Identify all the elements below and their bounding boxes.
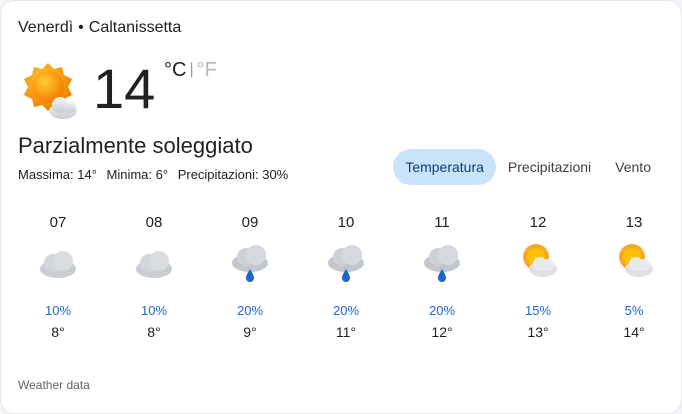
hour-time: 07 — [49, 214, 67, 231]
unit-switch: °C | °F — [164, 59, 217, 82]
hour-item[interactable]: 07 10% 8° — [28, 213, 88, 340]
unit-divider: | — [189, 61, 194, 78]
location-label[interactable]: Caltanissetta — [89, 19, 182, 36]
partly-sunny-icon — [523, 244, 557, 277]
cloudy-icon — [40, 251, 76, 278]
hour-item[interactable]: 11 20% 12° — [412, 213, 472, 340]
hour-time: 13 — [625, 214, 643, 231]
rain-icon — [232, 245, 268, 282]
weather-data-link[interactable]: Weather data — [18, 378, 90, 392]
tab-precipitazioni[interactable]: Precipitazioni — [496, 149, 603, 185]
rain-icon — [328, 245, 364, 282]
hour-temp: 8° — [51, 324, 65, 340]
hour-precip: 10% — [44, 303, 72, 318]
hour-temp: 12° — [431, 324, 453, 340]
hour-time: 11 — [434, 214, 450, 231]
daily-stats: Massima: 14° Minima: 6° Precipitazioni: … — [18, 167, 294, 182]
hour-item[interactable]: 12 15% 13° — [508, 213, 568, 340]
hour-item[interactable]: 09 20% 9° — [220, 213, 280, 340]
hour-item[interactable]: 10 20% 11° — [316, 213, 376, 340]
hour-time: 12 — [529, 214, 547, 231]
min-temp: Minima: 6° — [106, 167, 169, 182]
cloudy-icon — [136, 251, 172, 278]
hour-item[interactable]: 08 10% 8° — [124, 213, 184, 340]
hour-item[interactable]: 13 5% 14° — [604, 213, 664, 340]
precip-chance: Precipitazioni: 30% — [177, 167, 289, 182]
hour-precip: 5% — [624, 303, 644, 318]
hour-time: 09 — [241, 214, 259, 231]
header-separator: • — [78, 19, 84, 36]
hour-precip: 20% — [236, 303, 264, 318]
header: Venerdì • Caltanissetta — [18, 19, 181, 37]
max-temp: Massima: 14° — [18, 167, 97, 182]
metric-tabs: Temperatura Precipitazioni Vento — [393, 149, 663, 185]
hour-temp: 13° — [527, 324, 549, 340]
hour-temp: 8° — [147, 324, 161, 340]
tab-vento[interactable]: Vento — [603, 149, 663, 185]
celsius-toggle[interactable]: °C — [164, 59, 186, 81]
partly-sunny-icon — [24, 63, 77, 119]
day-label: Venerdì — [18, 19, 74, 36]
hour-temp: 9° — [243, 324, 257, 340]
partly-sunny-icon — [619, 244, 653, 277]
weather-card: Venerdì • Caltanissetta 14 °C | °F Parzialme… — [0, 0, 682, 414]
hour-time: 10 — [337, 214, 355, 231]
hour-precip: 10% — [140, 303, 168, 318]
hour-precip: 15% — [524, 303, 552, 318]
hour-time: 08 — [145, 214, 163, 231]
hour-precip: 20% — [428, 303, 456, 318]
condition-label: Parzialmente soleggiato — [18, 133, 253, 158]
current-temperature: 14 — [93, 57, 156, 120]
hour-temp: 14° — [623, 324, 645, 340]
fahrenheit-toggle[interactable]: °F — [197, 59, 217, 81]
rain-icon — [424, 245, 460, 282]
hour-precip: 20% — [332, 303, 360, 318]
hour-temp: 11° — [335, 324, 357, 340]
tab-temperatura[interactable]: Temperatura — [393, 149, 496, 185]
